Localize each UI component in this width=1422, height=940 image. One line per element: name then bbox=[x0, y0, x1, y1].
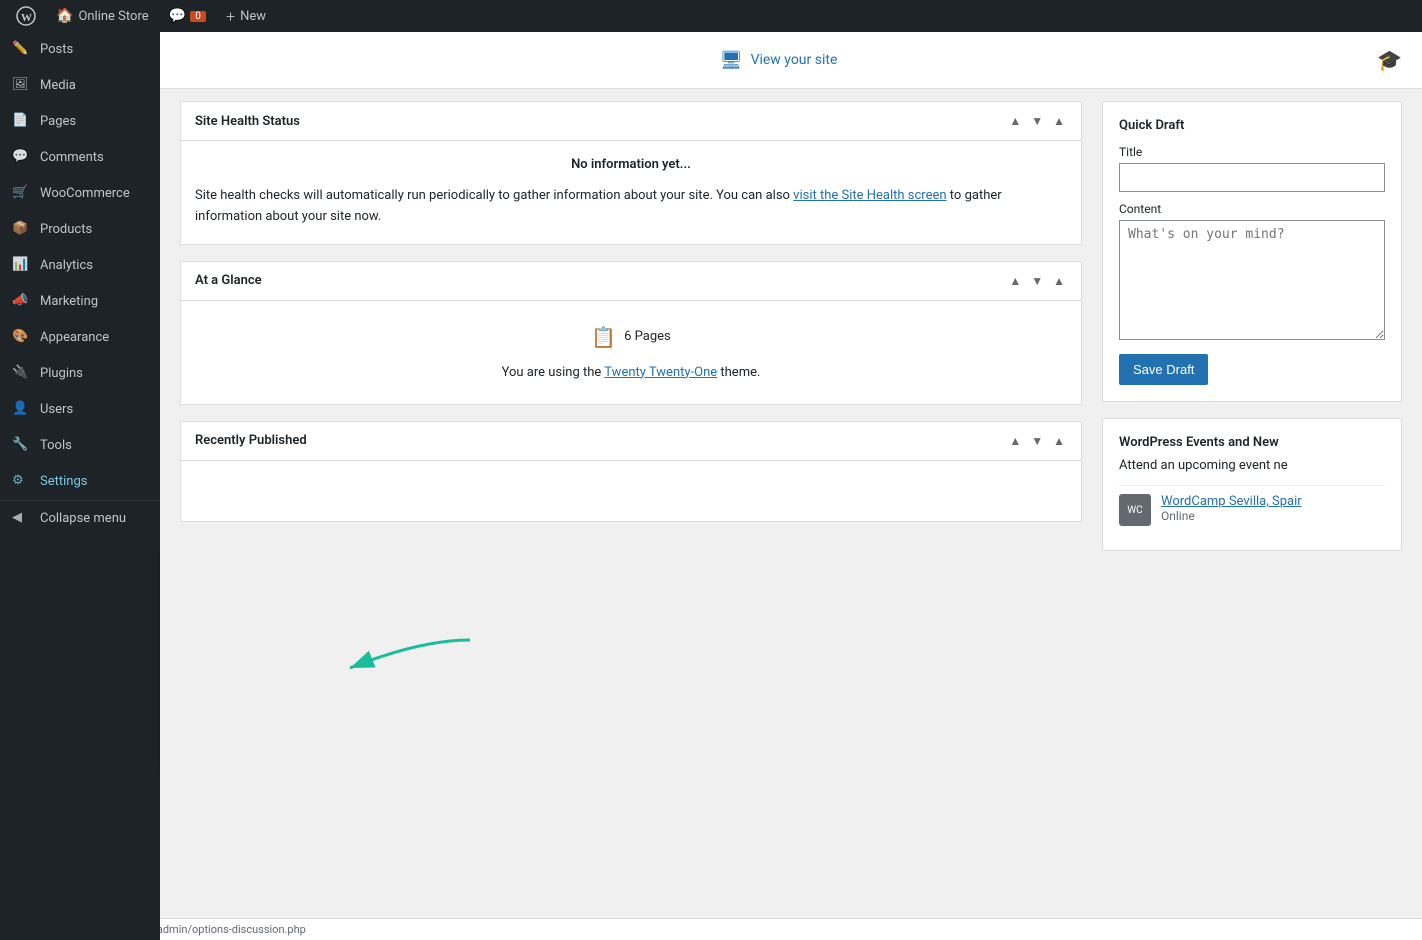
recently-published-expand-btn[interactable]: ▼ bbox=[1029, 432, 1045, 450]
main-layout: ✏️ Posts 🖼 Media 📄 Pages 💬 Comments 🛒 Wo… bbox=[0, 32, 1422, 940]
recently-published-title: Recently Published bbox=[195, 433, 307, 448]
sidebar-item-analytics[interactable]: 📊 Analytics bbox=[0, 248, 160, 284]
content-label: Content bbox=[1119, 202, 1385, 216]
site-health-screen-link[interactable]: visit the Site Health screen bbox=[793, 188, 946, 203]
recently-published-body bbox=[181, 461, 1081, 521]
main-content: 🖥 View your site 🎓 Site Health Status ▲ … bbox=[160, 32, 1422, 940]
at-a-glance-collapse-btn[interactable]: ▲ bbox=[1007, 272, 1023, 290]
sidebar-item-comments[interactable]: 💬 Comments bbox=[0, 140, 160, 176]
dashboard-content: Site Health Status ▲ ▼ ▲ No information … bbox=[160, 89, 1422, 563]
sidebar-item-plugins[interactable]: 🔌 Plugins bbox=[0, 356, 160, 392]
save-draft-button[interactable]: Save Draft bbox=[1119, 354, 1208, 385]
site-health-desc: Site health checks will automatically ru… bbox=[195, 186, 1067, 228]
sidebar: ✏️ Posts 🖼 Media 📄 Pages 💬 Comments 🛒 Wo… bbox=[0, 32, 160, 940]
recently-published-controls: ▲ ▼ ▲ bbox=[1007, 432, 1067, 450]
sidebar-item-users[interactable]: 👤 Users bbox=[0, 392, 160, 428]
recently-published-widget: Recently Published ▲ ▼ ▲ bbox=[180, 421, 1082, 522]
content-textarea[interactable] bbox=[1119, 220, 1385, 340]
site-health-body: No information yet... Site health checks… bbox=[181, 141, 1081, 244]
marketing-icon: 📣 bbox=[12, 292, 32, 312]
event-name-link[interactable]: WordCamp Sevilla, Spair bbox=[1161, 494, 1302, 509]
no-info-text: No information yet... bbox=[195, 157, 1067, 172]
event-avatar: WC bbox=[1119, 494, 1151, 526]
at-a-glance-expand-btn[interactable]: ▼ bbox=[1029, 272, 1045, 290]
media-icon: 🖼 bbox=[12, 76, 32, 96]
site-health-collapse-btn[interactable]: ▲ bbox=[1007, 112, 1023, 130]
comments-link[interactable]: 💬 0 bbox=[161, 0, 214, 32]
site-link[interactable]: 🏠 Online Store bbox=[48, 0, 157, 32]
event-item: WC WordCamp Sevilla, Spair Online bbox=[1119, 485, 1385, 534]
settings-icon: ⚙ bbox=[12, 472, 32, 492]
sidebar-item-pages[interactable]: 📄 Pages bbox=[0, 104, 160, 140]
quick-draft-title: Quick Draft bbox=[1119, 118, 1385, 133]
wp-events-desc: Attend an upcoming event ne bbox=[1119, 458, 1385, 473]
woocommerce-icon: 🛒 bbox=[12, 184, 32, 204]
view-site-link[interactable]: 🖥 View your site bbox=[720, 50, 838, 71]
at-a-glance-body: 📋 6 Pages You are using the Twenty Twent… bbox=[181, 301, 1081, 404]
title-label: Title bbox=[1119, 145, 1385, 159]
left-column: Site Health Status ▲ ▼ ▲ No information … bbox=[180, 101, 1082, 551]
site-health-close-btn[interactable]: ▲ bbox=[1051, 112, 1067, 130]
posts-icon: ✏️ bbox=[12, 40, 32, 60]
at-a-glance-widget: At a Glance ▲ ▼ ▲ 📋 6 Pages bbox=[180, 261, 1082, 405]
wp-events-title: WordPress Events and New bbox=[1119, 435, 1385, 450]
collapse-icon: ◀ bbox=[12, 509, 32, 529]
at-a-glance-close-btn[interactable]: ▲ bbox=[1051, 272, 1067, 290]
pages-count: 📋 6 Pages bbox=[195, 317, 1067, 357]
theme-link[interactable]: Twenty Twenty-One bbox=[604, 365, 717, 380]
status-bar: onlinestorea.kinsta.cloud/wp-admin/optio… bbox=[0, 918, 1422, 940]
recently-published-header: Recently Published ▲ ▼ ▲ bbox=[181, 422, 1081, 461]
pages-icon: 📄 bbox=[12, 112, 32, 132]
theme-text: You are using the Twenty Twenty-One them… bbox=[195, 357, 1067, 388]
title-input[interactable] bbox=[1119, 163, 1385, 192]
new-content-button[interactable]: + New bbox=[218, 0, 274, 32]
sidebar-item-collapse[interactable]: ◀ Collapse menu bbox=[0, 500, 160, 537]
sidebar-item-posts[interactable]: ✏️ Posts bbox=[0, 32, 160, 68]
sidebar-item-marketing[interactable]: 📣 Marketing bbox=[0, 284, 160, 320]
analytics-icon: 📊 bbox=[12, 256, 32, 276]
recently-published-close-btn[interactable]: ▲ bbox=[1051, 432, 1067, 450]
svg-text:W: W bbox=[21, 12, 32, 24]
site-health-header: Site Health Status ▲ ▼ ▲ bbox=[181, 102, 1081, 141]
at-a-glance-header: At a Glance ▲ ▼ ▲ bbox=[181, 262, 1081, 301]
plugins-icon: 🔌 bbox=[12, 364, 32, 384]
view-site-bar: 🖥 View your site 🎓 bbox=[160, 32, 1422, 89]
right-column: Quick Draft Title Content Save Draft Wor… bbox=[1102, 101, 1402, 551]
site-health-controls: ▲ ▼ ▲ bbox=[1007, 112, 1067, 130]
sidebar-item-tools[interactable]: 🔧 Tools bbox=[0, 428, 160, 464]
site-health-widget: Site Health Status ▲ ▼ ▲ No information … bbox=[180, 101, 1082, 245]
sidebar-item-products[interactable]: 📦 Products bbox=[0, 212, 160, 248]
sidebar-item-media[interactable]: 🖼 Media bbox=[0, 68, 160, 104]
admin-bar: W 🏠 Online Store 💬 0 + New bbox=[0, 0, 1422, 32]
at-a-glance-controls: ▲ ▼ ▲ bbox=[1007, 272, 1067, 290]
at-a-glance-title: At a Glance bbox=[195, 273, 262, 288]
wp-events-widget: WordPress Events and New Attend an upcom… bbox=[1102, 418, 1402, 551]
site-health-empty: No information yet... bbox=[195, 157, 1067, 172]
event-sub: Online bbox=[1161, 509, 1302, 523]
users-icon: 👤 bbox=[12, 400, 32, 420]
sidebar-item-woocommerce[interactable]: 🛒 WooCommerce bbox=[0, 176, 160, 212]
site-health-title: Site Health Status bbox=[195, 114, 300, 129]
products-icon: 📦 bbox=[12, 220, 32, 240]
comments-icon: 💬 bbox=[12, 148, 32, 168]
appearance-icon: 🎨 bbox=[12, 328, 32, 348]
site-health-expand-btn[interactable]: ▼ bbox=[1029, 112, 1045, 130]
graduation-icon: 🎓 bbox=[1377, 48, 1402, 72]
tools-icon: 🔧 bbox=[12, 436, 32, 456]
event-details: WordCamp Sevilla, Spair Online bbox=[1161, 494, 1302, 523]
wp-logo-button[interactable]: W bbox=[8, 0, 44, 32]
sidebar-item-settings[interactable]: ⚙ Settings bbox=[0, 464, 160, 500]
pages-count-icon: 📋 bbox=[591, 325, 616, 349]
recently-published-collapse-btn[interactable]: ▲ bbox=[1007, 432, 1023, 450]
monitor-icon: 🖥 bbox=[720, 50, 743, 71]
quick-draft-widget: Quick Draft Title Content Save Draft bbox=[1102, 101, 1402, 402]
sidebar-item-appearance[interactable]: 🎨 Appearance bbox=[0, 320, 160, 356]
